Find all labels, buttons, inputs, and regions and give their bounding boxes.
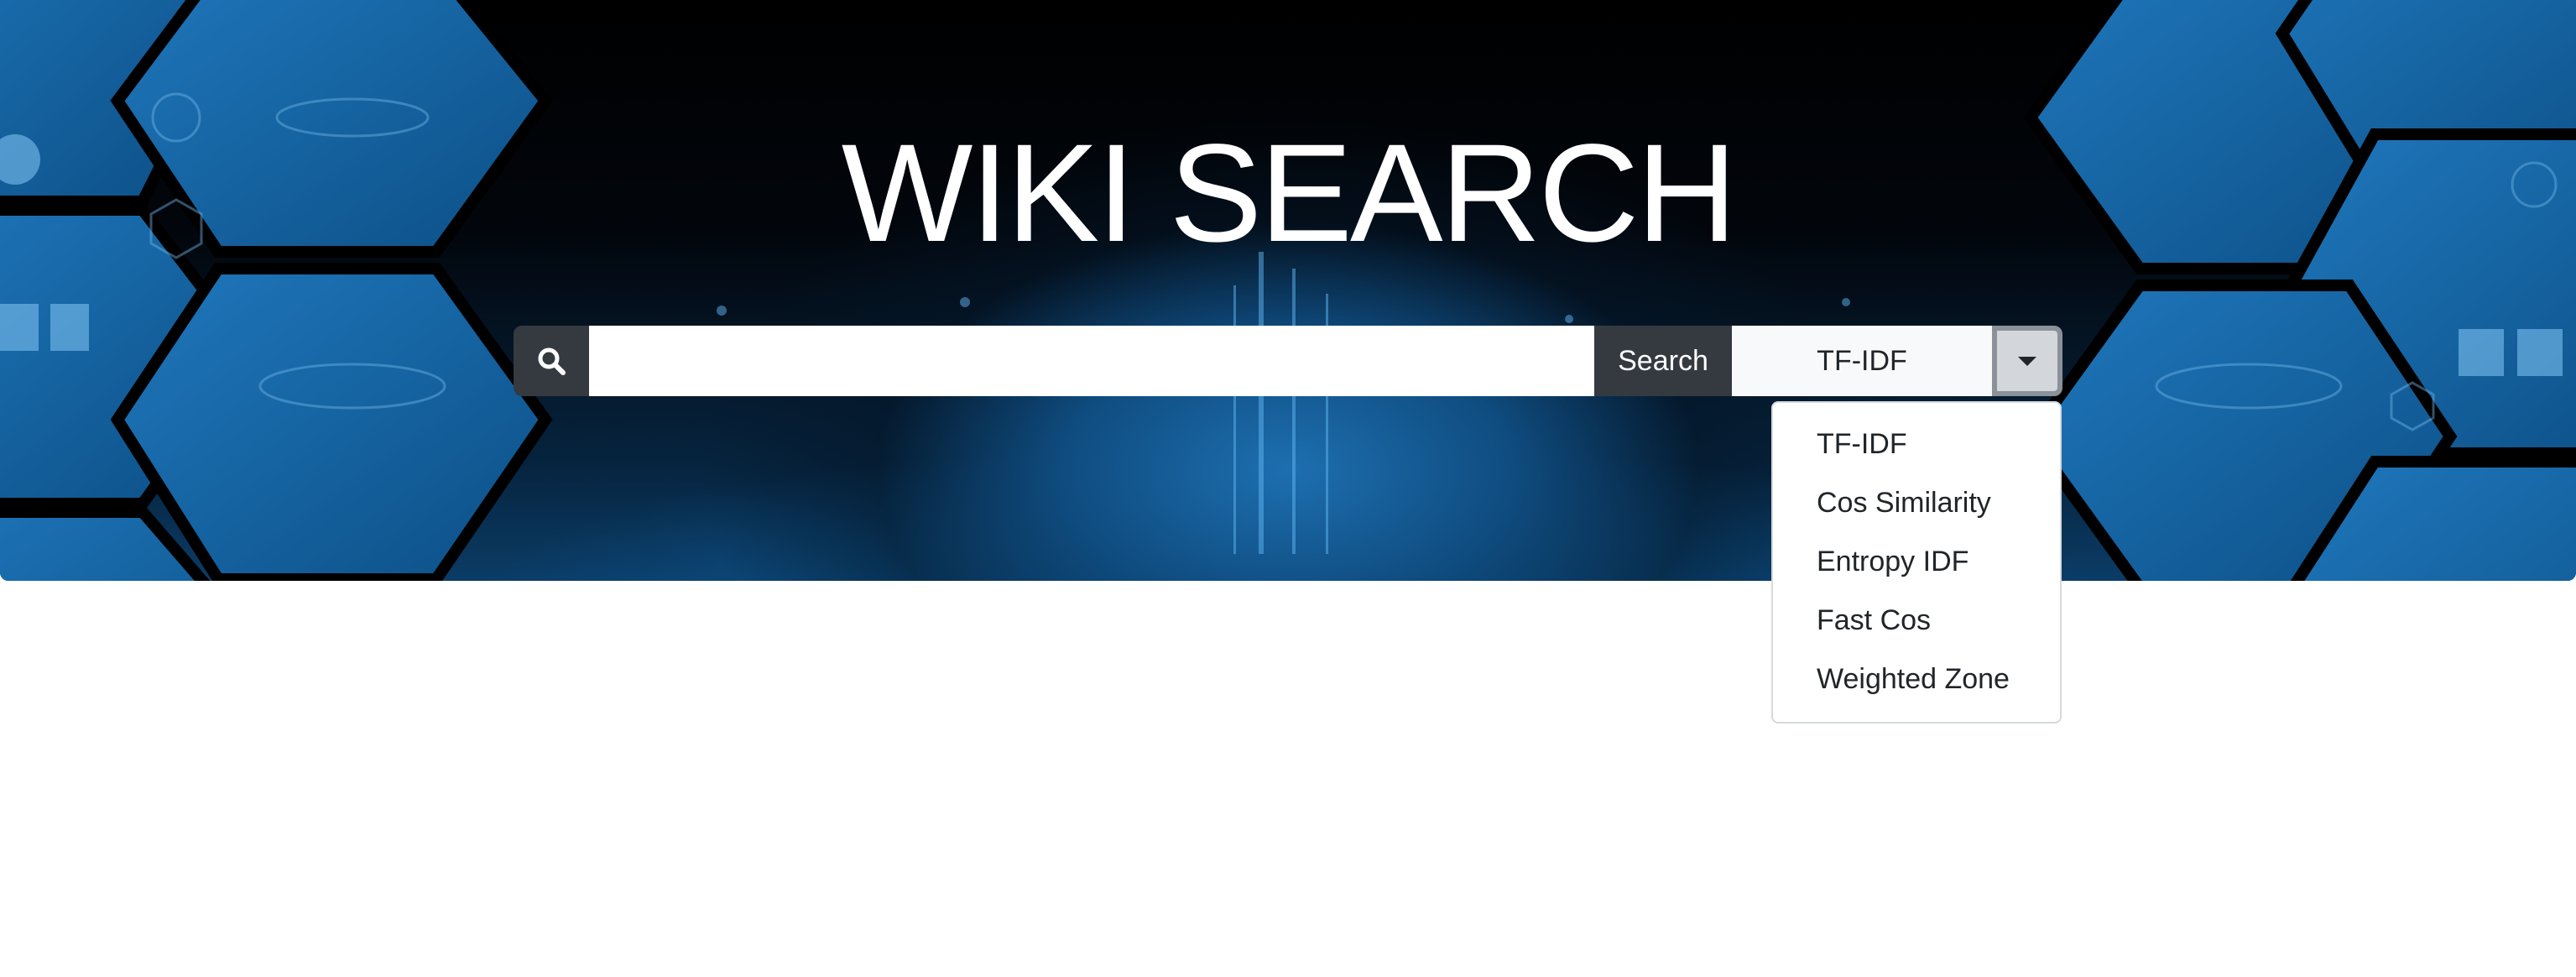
dropdown-item-fast-cos[interactable]: Fast Cos: [1773, 591, 2060, 650]
search-button[interactable]: Search: [1594, 326, 1732, 396]
magnifier-glyph: [538, 347, 566, 375]
algorithm-select[interactable]: TF-IDF: [1732, 326, 1992, 396]
search-input[interactable]: [589, 326, 1594, 396]
search-bar: Search TF-IDF: [514, 326, 2062, 396]
caret-down-icon: [2018, 356, 2036, 366]
search-icon[interactable]: [514, 326, 589, 396]
dropdown-item-entropy-idf[interactable]: Entropy IDF: [1773, 532, 2060, 591]
algorithm-dropdown-menu: TF-IDF Cos Similarity Entropy IDF Fast C…: [1771, 401, 2062, 724]
page-title: WIKI SEARCH: [841, 116, 1738, 271]
dropdown-item-weighted-zone[interactable]: Weighted Zone: [1773, 650, 2060, 708]
hexagon-background-art: [0, 0, 2576, 581]
dropdown-item-tf-idf[interactable]: TF-IDF: [1773, 415, 2060, 473]
algorithm-dropdown-toggle[interactable]: [1992, 326, 2062, 396]
dropdown-item-cos-similarity[interactable]: Cos Similarity: [1773, 473, 2060, 532]
hero-banner: WIKI SEARCH: [0, 0, 2576, 581]
